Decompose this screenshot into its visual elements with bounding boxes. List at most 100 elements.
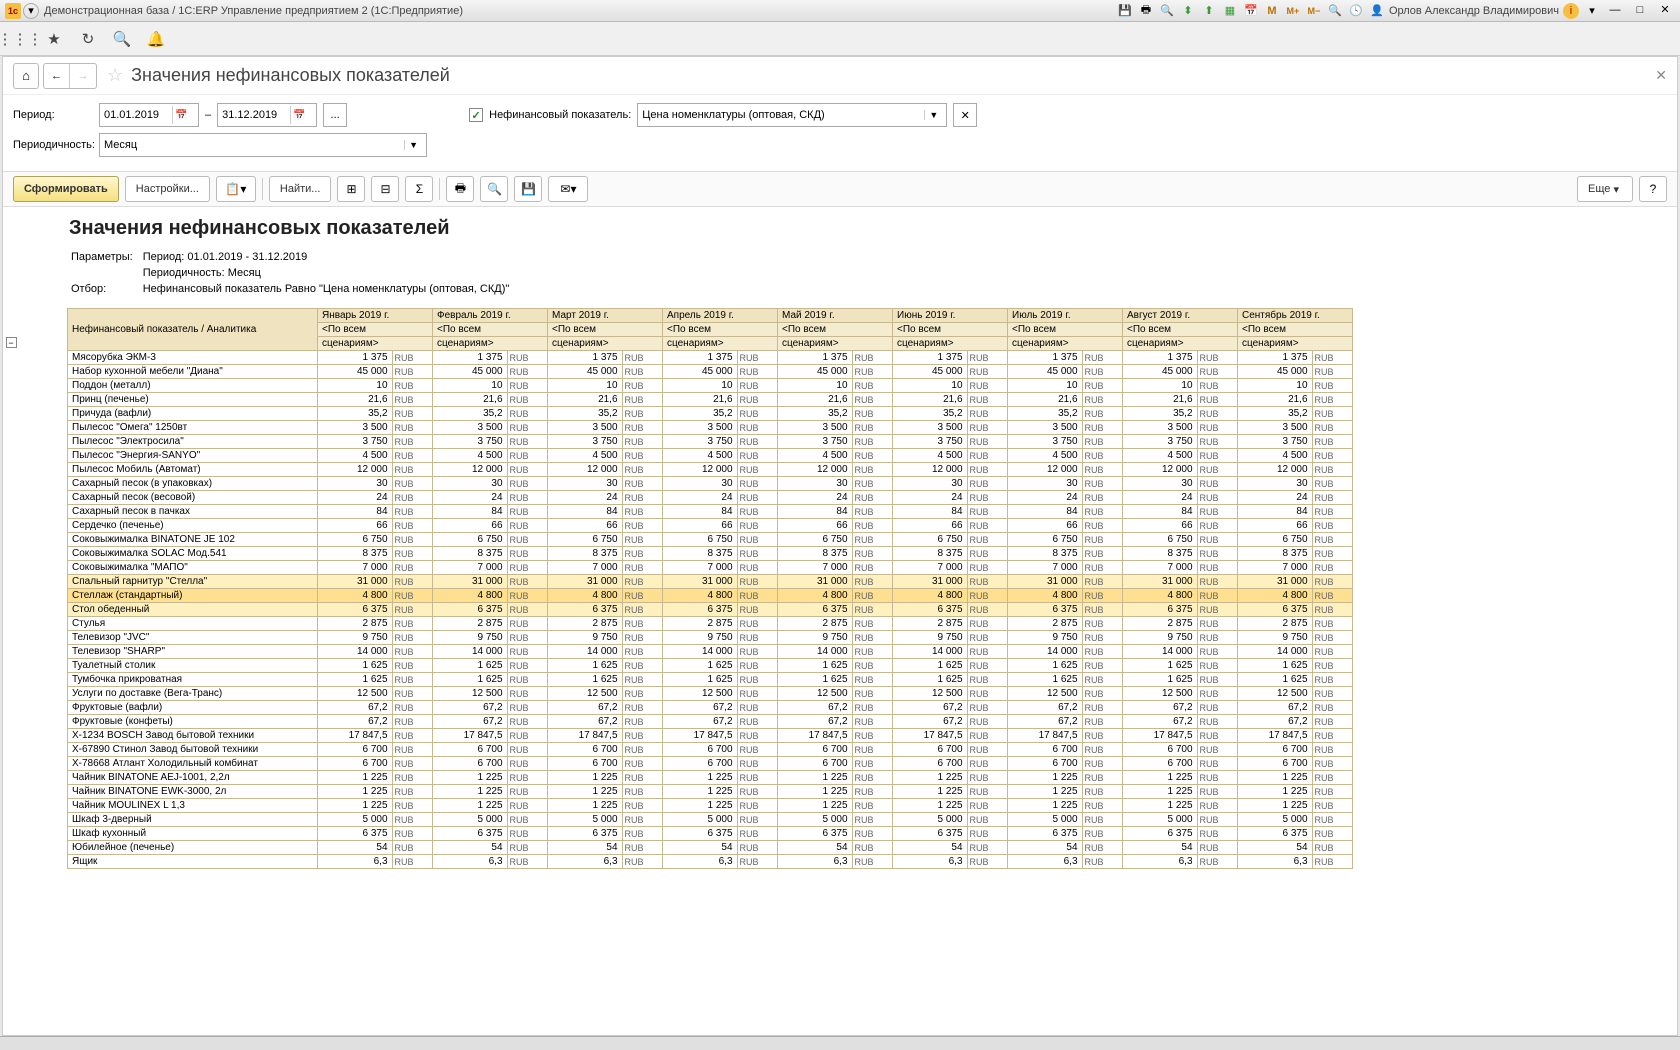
preview-button[interactable]: 🔍	[480, 176, 508, 202]
save-report-button[interactable]: 💾	[514, 176, 542, 202]
table-row[interactable]: Соковыжималка SOLAC Мод.5418 375RUB8 375…	[68, 547, 1353, 561]
period-picker-button[interactable]: ...	[323, 103, 347, 127]
favorite-star-icon[interactable]: ☆	[107, 65, 123, 86]
zoom-icon[interactable]: 🔍	[1327, 3, 1343, 19]
Mminus-icon[interactable]: M−	[1306, 3, 1322, 19]
help-button[interactable]: ?	[1639, 176, 1667, 202]
save-icon[interactable]: 💾	[1117, 3, 1133, 19]
print-icon[interactable]: 🖶	[1138, 3, 1154, 19]
table-row[interactable]: Х-67890 Стинол Завод бытовой техники6 70…	[68, 743, 1353, 757]
date-to-input[interactable]: 📅	[217, 103, 317, 127]
table-row[interactable]: Х-78668 Атлант Холодильный комбинат6 700…	[68, 757, 1353, 771]
calendar-icon[interactable]: 📅	[1243, 3, 1259, 19]
info-icon[interactable]: i	[1563, 3, 1579, 19]
dropdown-icon[interactable]: ▾	[23, 3, 39, 19]
forward-button[interactable]: →	[70, 64, 96, 88]
table-row[interactable]: Сахарный песок (в упаковках)30RUB30RUB30…	[68, 477, 1353, 491]
variants-button[interactable]: 📋▾	[216, 176, 256, 202]
date-from-input[interactable]: 📅	[99, 103, 199, 127]
nonfin-combo[interactable]: Цена номенклатуры (оптовая, СКД) ▼	[637, 103, 947, 127]
bell-icon[interactable]: 🔔	[144, 27, 168, 51]
table-row[interactable]: Стулья2 875RUB2 875RUB2 875RUB2 875RUB2 …	[68, 617, 1353, 631]
table-row[interactable]: Сахарный песок (весовой)24RUB24RUB24RUB2…	[68, 491, 1353, 505]
outline-collapse[interactable]: −	[6, 337, 17, 348]
table-row[interactable]: Стеллаж (стандартный)4 800RUB4 800RUB4 8…	[68, 589, 1353, 603]
row-value: 9 750	[433, 631, 508, 645]
table-row[interactable]: Телевизор "SHARP"14 000RUB14 000RUB14 00…	[68, 645, 1353, 659]
table-row[interactable]: Принц (печенье)21,6RUB21,6RUB21,6RUB21,6…	[68, 393, 1353, 407]
table-row[interactable]: Пылесос "Энергия-SANYO"4 500RUB4 500RUB4…	[68, 449, 1353, 463]
table-row[interactable]: Стол обеденный6 375RUB6 375RUB6 375RUB6 …	[68, 603, 1353, 617]
close-tab-button[interactable]: ✕	[1655, 67, 1667, 84]
print-button[interactable]: 🖶	[446, 176, 474, 202]
periodicity-combo[interactable]: Месяц ▼	[99, 133, 427, 157]
Mplus-icon[interactable]: M+	[1285, 3, 1301, 19]
more-button[interactable]: Еще ▾	[1577, 176, 1633, 202]
table-row[interactable]: Пылесос "Электросила"3 750RUB3 750RUB3 7…	[68, 435, 1353, 449]
chevron-down-icon[interactable]: ▼	[404, 140, 422, 150]
close-button[interactable]: ✕	[1654, 3, 1676, 19]
expand-button[interactable]: ⊞	[337, 176, 365, 202]
row-currency: RUB	[1197, 547, 1237, 561]
collapse-button[interactable]: ⊟	[371, 176, 399, 202]
table-row[interactable]: Поддон (металл)10RUB10RUB10RUB10RUB10RUB…	[68, 379, 1353, 393]
nonfin-clear-button[interactable]: ✕	[953, 103, 977, 127]
find-button[interactable]: Найти...	[269, 176, 332, 202]
table-row[interactable]: Соковыжималка "МАПО"7 000RUB7 000RUB7 00…	[68, 561, 1353, 575]
email-button[interactable]: ✉▾	[548, 176, 588, 202]
clock-icon[interactable]: 🕓	[1348, 3, 1364, 19]
row-value: 24	[893, 491, 968, 505]
table-row[interactable]: Причуда (вафли)35,2RUB35,2RUB35,2RUB35,2…	[68, 407, 1353, 421]
table-row[interactable]: Чайник MOULINEX L 1,31 225RUB1 225RUB1 2…	[68, 799, 1353, 813]
compare-icon[interactable]: ⬍	[1180, 3, 1196, 19]
table-row[interactable]: Фруктовые (вафли)67,2RUB67,2RUB67,2RUB67…	[68, 701, 1353, 715]
M-icon[interactable]: M	[1264, 3, 1280, 19]
calendar-icon[interactable]: 📅	[172, 106, 190, 124]
row-value: 21,6	[893, 393, 968, 407]
table-row[interactable]: Фруктовые (конфеты)67,2RUB67,2RUB67,2RUB…	[68, 715, 1353, 729]
calc-icon[interactable]: ▦	[1222, 3, 1238, 19]
nonfin-checkbox[interactable]: ✓	[469, 108, 483, 122]
table-row[interactable]: Пылесос "Омега" 1250вт3 500RUB3 500RUB3 …	[68, 421, 1353, 435]
back-button[interactable]: ←	[44, 64, 70, 88]
row-value: 5 000	[663, 813, 738, 827]
table-row[interactable]: Шкаф кухонный6 375RUB6 375RUB6 375RUB6 3…	[68, 827, 1353, 841]
report-grid[interactable]: Нефинансовый показатель / АналитикаЯнвар…	[67, 308, 1353, 869]
minimize-button[interactable]: —	[1604, 3, 1626, 19]
table-row[interactable]: Чайник BINATONE EWK-3000, 2л1 225RUB1 22…	[68, 785, 1353, 799]
form-button[interactable]: Сформировать	[13, 176, 119, 202]
table-row[interactable]: Соковыжималка BINATONE JE 1026 750RUB6 7…	[68, 533, 1353, 547]
report-area[interactable]: − Значения нефинансовых показателей Пара…	[3, 207, 1677, 1035]
sum-button[interactable]: Σ	[405, 176, 433, 202]
table-row[interactable]: Услуги по доставке (Вега-Транс)12 500RUB…	[68, 687, 1353, 701]
info-dd-icon[interactable]: ▾	[1584, 3, 1600, 19]
table-row[interactable]: Юбилейное (печенье)54RUB54RUB54RUB54RUB5…	[68, 841, 1353, 855]
table-row[interactable]: Шкаф 3-дверный5 000RUB5 000RUB5 000RUB5 …	[68, 813, 1353, 827]
table-row[interactable]: Телевизор "JVC"9 750RUB9 750RUB9 750RUB9…	[68, 631, 1353, 645]
table-row[interactable]: Пылесос Мобиль (Автомат)12 000RUB12 000R…	[68, 463, 1353, 477]
table-row[interactable]: Мясорубка ЭКМ-31 375RUB1 375RUB1 375RUB1…	[68, 351, 1353, 365]
history-icon[interactable]: ↻	[76, 27, 100, 51]
table-row[interactable]: Х-1234 BOSCH Завод бытовой техники17 847…	[68, 729, 1353, 743]
row-currency: RUB	[1197, 351, 1237, 365]
chevron-down-icon[interactable]: ▼	[924, 110, 942, 120]
maximize-button[interactable]: □	[1629, 3, 1651, 19]
table-row[interactable]: Тумбочка прикроватная1 625RUB1 625RUB1 6…	[68, 673, 1353, 687]
upload-icon[interactable]: ⬆	[1201, 3, 1217, 19]
calendar-icon[interactable]: 📅	[290, 106, 308, 124]
apps-icon[interactable]: ⋮⋮⋮	[8, 27, 32, 51]
table-row[interactable]: Чайник BINATONE AEJ-1001, 2,2л1 225RUB1 …	[68, 771, 1353, 785]
table-row[interactable]: Туалетный столик1 625RUB1 625RUB1 625RUB…	[68, 659, 1353, 673]
preview-icon[interactable]: 🔍	[1159, 3, 1175, 19]
search-icon[interactable]: 🔍	[110, 27, 134, 51]
table-row[interactable]: Сердечко (печенье)66RUB66RUB66RUB66RUB66…	[68, 519, 1353, 533]
table-row[interactable]: Набор кухонной мебели "Диана"45 000RUB45…	[68, 365, 1353, 379]
date-to-field[interactable]	[222, 109, 290, 121]
date-from-field[interactable]	[104, 109, 172, 121]
settings-button[interactable]: Настройки...	[125, 176, 210, 202]
table-row[interactable]: Ящик6,3RUB6,3RUB6,3RUB6,3RUB6,3RUB6,3RUB…	[68, 855, 1353, 869]
star-icon[interactable]: ★	[42, 27, 66, 51]
table-row[interactable]: Спальный гарнитур "Стелла"31 000RUB31 00…	[68, 575, 1353, 589]
home-button[interactable]: ⌂	[13, 63, 39, 89]
table-row[interactable]: Сахарный песок в пачках84RUB84RUB84RUB84…	[68, 505, 1353, 519]
